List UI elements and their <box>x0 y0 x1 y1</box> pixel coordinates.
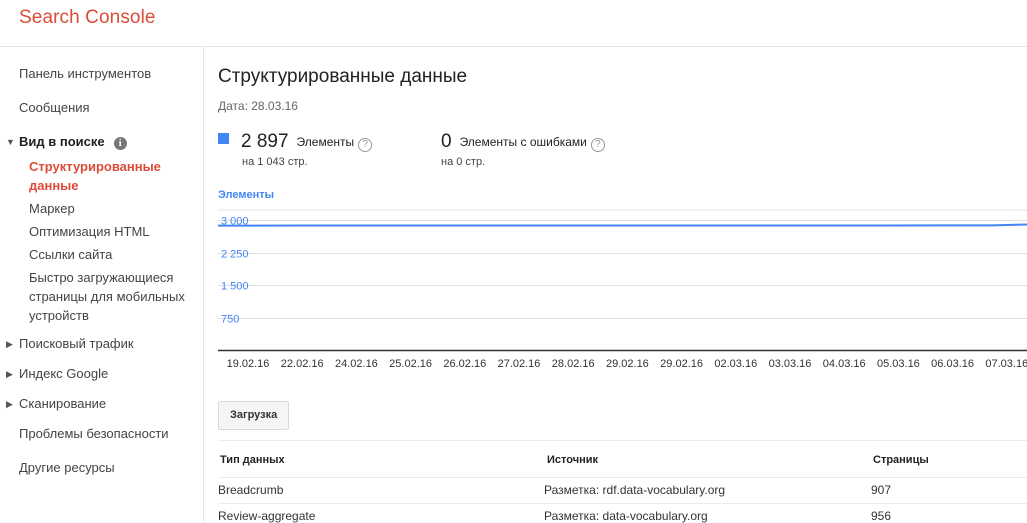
download-button[interactable]: Загрузка <box>218 401 290 430</box>
metric-items-label: Элементы <box>296 135 355 149</box>
help-icon[interactable]: ? <box>590 138 605 152</box>
x-tick-label: 26.02.16 <box>443 358 486 370</box>
cell-pages: 907 <box>871 483 892 497</box>
page-title: Структурированные данные <box>218 66 468 87</box>
metric-items-pages: на 1 043 стр. <box>242 156 308 168</box>
column-header-source[interactable]: Источник <box>547 454 598 466</box>
cell-source: Разметка: data-vocabulary.org <box>544 509 708 523</box>
cell-source: Разметка: rdf.data-vocabulary.org <box>544 483 726 497</box>
metric-items-value: 2 897 <box>241 131 289 152</box>
sidebar-group-label: Индекс Google <box>19 366 109 381</box>
x-tick-label: 24.02.16 <box>335 358 378 370</box>
triangle-right-icon: ▶ <box>6 399 13 409</box>
table-row[interactable]: Review-aggregate Разметка: data-vocabula… <box>218 504 1027 523</box>
sidebar-group-label: Поисковый трафик <box>19 336 134 351</box>
report-date: Дата: 28.03.16 <box>218 99 298 113</box>
sidebar-item-sitelinks[interactable]: Ссылки сайта <box>29 245 199 264</box>
x-tick-label: 25.02.16 <box>389 358 432 370</box>
column-header-data-type[interactable]: Тип данных <box>220 454 285 466</box>
x-tick-label: 02.03.16 <box>714 358 757 370</box>
items-line-chart[interactable]: 3 0002 2501 50075019.02.16 22.02.16 24.02.… <box>218 207 1027 387</box>
metric-errors: 0 Элементы с ошибками? на 0 стр. <box>441 131 605 168</box>
metric-errors-label: Элементы с ошибками <box>459 135 587 149</box>
x-tick-label: 07.03.16 <box>985 358 1027 370</box>
sidebar-item-dashboard[interactable]: Панель инструментов <box>19 66 151 81</box>
y-tick-label: 2 250 <box>221 249 249 261</box>
x-tick-label: 04.03.16 <box>823 358 866 370</box>
info-icon[interactable]: i <box>113 137 127 150</box>
series-line-items <box>218 223 1027 227</box>
metric-items: 2 897 Элементы? на 1 043 стр. <box>218 131 373 168</box>
triangle-right-icon: ▶ <box>6 339 13 349</box>
sidebar-item-amp[interactable]: Быстро загружающиеся страницы для мобиль… <box>29 268 199 325</box>
sidebar-item-html-improvements[interactable]: Оптимизация HTML <box>29 222 199 241</box>
search-console-app: Search Console Панель инструментов Сообщ… <box>0 0 1027 523</box>
x-tick-label: 05.03.16 <box>877 358 920 370</box>
x-tick-label: 22.02.16 <box>281 358 324 370</box>
sidebar-item-data-highlighter[interactable]: Маркер <box>29 199 199 218</box>
metric-errors-value: 0 <box>441 131 452 152</box>
triangle-down-icon: ▼ <box>6 137 15 147</box>
triangle-right-icon: ▶ <box>6 369 13 379</box>
column-header-pages[interactable]: Страницы <box>873 454 929 466</box>
sidebar-item-security-issues[interactable]: Проблемы безопасности <box>19 426 169 441</box>
sidebar-group-label: Вид в поиске <box>19 134 105 149</box>
x-tick-label: 06.03.16 <box>931 358 974 370</box>
table-header: Тип данных Источник Страницы <box>218 440 1027 478</box>
metric-errors-pages: на 0 стр. <box>441 156 486 168</box>
main-content: Структурированные данные Дата: 28.03.16 … <box>218 47 1027 523</box>
table-row[interactable]: Breadcrumb Разметка: rdf.data-vocabulary… <box>218 478 1027 504</box>
sidebar-group-crawl[interactable]: ▶ Сканирование <box>6 396 106 411</box>
sidebar-item-messages[interactable]: Сообщения <box>19 100 90 115</box>
chart-series-label: Элементы <box>218 189 275 201</box>
top-bar: Search Console <box>0 0 1027 47</box>
app-logo[interactable]: Search Console <box>19 7 156 29</box>
series-checkbox[interactable] <box>218 133 229 144</box>
x-tick-label: 29.02.16 <box>660 358 703 370</box>
x-tick-label: 03.03.16 <box>769 358 812 370</box>
x-tick-label: 28.02.16 <box>552 358 595 370</box>
sidebar-item-structured-data[interactable]: Структурированные данные <box>29 157 199 195</box>
help-icon[interactable]: ? <box>358 138 373 152</box>
cell-data-type[interactable]: Review-aggregate <box>218 509 315 523</box>
sidebar-group-search-appearance[interactable]: ▼ Вид в поиске i <box>6 134 127 150</box>
cell-pages: 956 <box>871 509 892 523</box>
y-tick-label: 1 500 <box>221 281 249 293</box>
y-tick-label: 750 <box>221 314 239 326</box>
sidebar-group-search-traffic[interactable]: ▶ Поисковый трафик <box>6 336 134 351</box>
sidebar-group-label: Сканирование <box>19 396 107 411</box>
cell-data-type[interactable]: Breadcrumb <box>218 483 283 497</box>
x-tick-label: 19.02.16 <box>227 358 270 370</box>
x-tick-label: 29.02.16 <box>606 358 649 370</box>
x-tick-label: 27.02.16 <box>498 358 541 370</box>
sidebar-group-google-index[interactable]: ▶ Индекс Google <box>6 366 108 381</box>
sidebar: Панель инструментов Сообщения ▼ Вид в пои… <box>0 47 204 523</box>
sidebar-item-other-resources[interactable]: Другие ресурсы <box>19 460 115 475</box>
